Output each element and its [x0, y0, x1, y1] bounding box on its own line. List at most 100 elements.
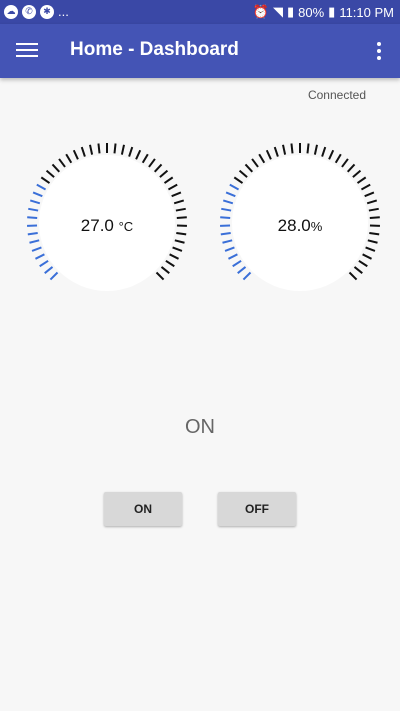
more-notifications: ...	[58, 4, 69, 19]
gauge-tick	[120, 144, 125, 155]
gauge-tick	[364, 191, 375, 198]
gauge-tick	[171, 191, 182, 198]
gauge-tick-filled	[224, 246, 235, 252]
gauge-tick	[362, 253, 372, 260]
system-icons: ⏰ ◥ ▮ 80% ▮ 11:10 PM	[253, 4, 394, 20]
clock: 11:10 PM	[339, 4, 394, 20]
gauge-tick-filled	[237, 266, 247, 274]
hamburger-menu-icon[interactable]	[16, 40, 38, 62]
app-icon: ✱	[40, 4, 54, 19]
gauge-tick	[128, 146, 134, 157]
gauge-tick	[244, 163, 254, 173]
temperature-gauge: 27.0 °C	[22, 138, 192, 308]
app-bar: Home - Dashboard	[0, 24, 400, 78]
gauge-tick	[306, 143, 310, 154]
overflow-menu-icon[interactable]	[370, 40, 388, 62]
gauge-tick	[265, 149, 272, 160]
gauge-tick	[346, 163, 356, 173]
gauge-tick	[341, 158, 349, 168]
whatsapp-icon: ✆	[22, 4, 36, 19]
gauge-tick	[360, 183, 371, 191]
humidity-unit: %	[310, 219, 323, 234]
gauge-tick-filled	[28, 207, 39, 212]
gauge-tick	[58, 158, 66, 168]
gauge-tick	[273, 146, 279, 157]
wifi-icon: ◥	[272, 4, 283, 19]
gauge-tick	[353, 266, 363, 274]
gauge-tick	[290, 143, 294, 154]
gauge-tick	[282, 144, 287, 155]
gauge-tick-filled	[222, 239, 233, 244]
gauge-tick-filled	[32, 191, 43, 198]
gauge-tick	[358, 259, 368, 268]
gauge-tick-filled	[222, 199, 234, 205]
gauge-tick	[40, 176, 51, 184]
signal-icon: ▮	[286, 4, 295, 19]
gauge-tick	[169, 253, 179, 260]
gauge-tick-filled	[35, 253, 45, 260]
alarm-icon: ⏰	[252, 4, 269, 19]
gauge-tick	[352, 169, 362, 178]
notification-icons: ☁ ✆ ✱ ...	[4, 4, 69, 19]
temperature-unit: °C	[118, 219, 134, 234]
gauge-tick	[113, 143, 117, 154]
gauge-tick	[251, 158, 259, 168]
page-title: Home - Dashboard	[70, 39, 239, 60]
gauge-tick	[321, 146, 327, 157]
gauge-tick-filled	[228, 253, 238, 260]
gauge-tick	[97, 143, 101, 154]
gauge-tick	[175, 207, 186, 212]
gauge-tick	[141, 153, 149, 164]
gauge-tick-filled	[242, 271, 252, 281]
gauge-tick	[80, 146, 86, 157]
gauge-tick	[238, 169, 248, 178]
battery-level: 80%	[298, 4, 325, 20]
gauge-tick	[233, 176, 244, 184]
humidity-gauge: 28.0%	[215, 138, 385, 308]
device-state-label: ON	[185, 416, 215, 438]
gauge-tick-filled	[225, 191, 236, 198]
gauge-tick	[334, 153, 342, 164]
gauge-tick	[135, 149, 142, 160]
gauge-tick	[313, 144, 318, 155]
temperature-number: 27.0	[80, 216, 114, 235]
gauge-tick	[356, 176, 367, 184]
gauge-tick	[172, 246, 183, 252]
humidity-number: 28.0	[277, 216, 311, 235]
on-button[interactable]: ON	[104, 492, 182, 526]
humidity-value: 28.0%	[215, 216, 385, 236]
gauge-tick	[366, 199, 378, 205]
gauge-tick	[368, 207, 379, 212]
gauge-tick	[365, 246, 376, 252]
gauge-tick-filled	[29, 239, 40, 244]
battery-icon: ▮	[328, 4, 336, 19]
gauge-tick	[51, 163, 61, 173]
gauge-tick	[163, 176, 174, 184]
gauge-tick-filled	[232, 259, 242, 268]
cloud-app-icon: ☁	[4, 4, 18, 19]
gauge-tick-filled	[44, 266, 54, 274]
gauge-tick-filled	[31, 246, 42, 252]
gauge-tick	[148, 158, 156, 168]
gauge-tick	[155, 271, 165, 281]
gauge-tick	[173, 199, 185, 205]
gauge-tick-filled	[221, 207, 232, 212]
gauge-tick	[167, 183, 178, 191]
gauge-tick	[45, 169, 55, 178]
gauge-tick-filled	[229, 183, 240, 191]
gauge-tick	[328, 149, 335, 160]
gauge-tick	[65, 153, 73, 164]
gauge-tick	[160, 266, 170, 274]
gauge-tick-filled	[39, 259, 49, 268]
gauge-tick	[174, 239, 185, 244]
gauge-tick	[159, 169, 169, 178]
gauge-tick-filled	[29, 199, 41, 205]
gauge-tick	[153, 163, 163, 173]
gauge-tick	[89, 144, 94, 155]
connection-status: Connected	[307, 88, 366, 102]
gauge-tick-filled	[36, 183, 47, 191]
gauge-tick	[367, 239, 378, 244]
status-bar: ☁ ✆ ✱ ... ⏰ ◥ ▮ 80% ▮ 11:10 PM	[0, 0, 400, 24]
off-button[interactable]: OFF	[218, 492, 296, 526]
gauge-tick	[72, 149, 79, 160]
